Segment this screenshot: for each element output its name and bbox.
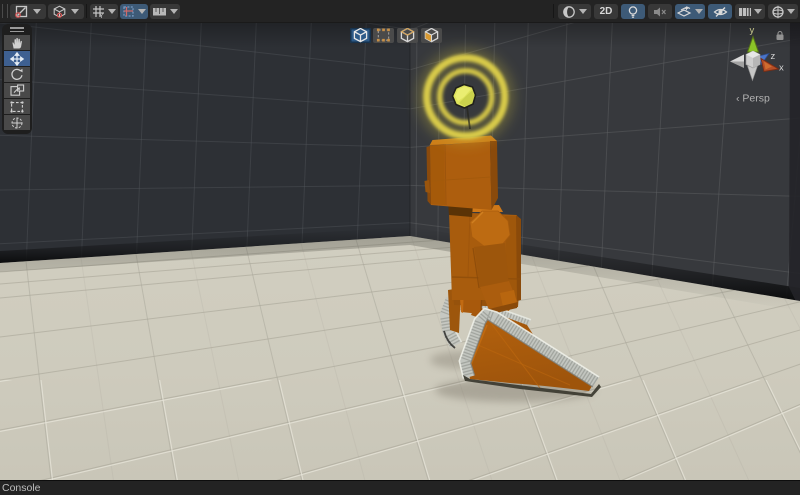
svg-text:Y: Y (99, 13, 104, 18)
svg-text:x: x (779, 63, 784, 74)
svg-text:‹ Persp: ‹ Persp (736, 93, 770, 105)
svg-text:z: z (771, 51, 776, 62)
svg-text:y: y (750, 25, 755, 36)
